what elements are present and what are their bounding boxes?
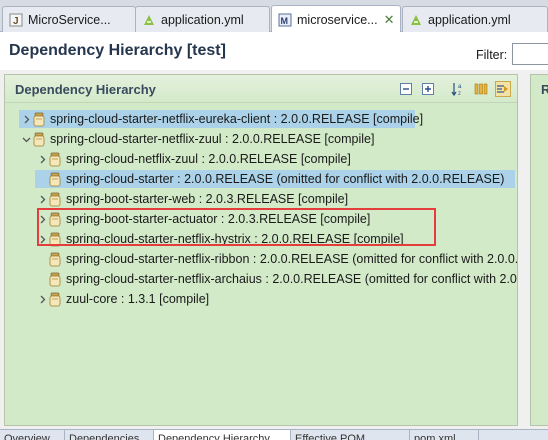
editor-header: Dependency Hierarchy [test] Filter: xyxy=(0,32,548,70)
tree-row-label: spring-boot-starter-actuator : 2.0.3.REL… xyxy=(66,212,371,226)
link-with-editor-icon[interactable] xyxy=(495,81,511,97)
jar-icon xyxy=(49,152,61,166)
svg-text:J: J xyxy=(13,16,19,27)
jar-icon xyxy=(33,132,45,146)
page-title: Dependency Hierarchy [test] xyxy=(9,42,226,59)
tree-row[interactable]: spring-cloud-starter-netflix-archaius : … xyxy=(35,270,517,288)
tab-label: application.yml xyxy=(161,12,244,27)
chevron-right-icon[interactable] xyxy=(35,195,49,204)
tree-row[interactable]: zuul-core : 1.3.1 [compile] xyxy=(35,290,515,308)
dependency-tree: spring-cloud-starter-netflix-eureka-clie… xyxy=(5,105,517,425)
tab-label: microservice... xyxy=(297,12,378,27)
section-title-right: R xyxy=(541,82,548,97)
expand-all-icon[interactable] xyxy=(420,81,436,97)
yaml-file-icon xyxy=(144,14,154,25)
tree-row[interactable]: spring-cloud-netflix-zuul : 2.0.0.RELEAS… xyxy=(35,150,515,168)
jar-icon xyxy=(49,232,61,246)
tree-row-label: spring-cloud-starter-netflix-hystrix : 2… xyxy=(66,232,404,246)
tree-row[interactable]: spring-boot-starter-actuator : 2.0.3.REL… xyxy=(35,210,515,228)
sort-icon[interactable]: az xyxy=(450,81,466,97)
close-tab-icon[interactable]: ✕ xyxy=(384,12,395,28)
chevron-right-icon[interactable] xyxy=(35,215,49,224)
jar-icon xyxy=(49,192,61,206)
filter-label: Filter: xyxy=(476,48,508,62)
tree-row[interactable]: spring-cloud-starter-netflix-eureka-clie… xyxy=(19,110,423,128)
tree-row[interactable]: spring-cloud-starter-netflix-ribbon : 2.… xyxy=(35,250,517,268)
show-groupid-icon[interactable] xyxy=(473,81,489,97)
tree-row[interactable]: spring-cloud-starter : 2.0.0.RELEASE (om… xyxy=(35,170,515,188)
tab-application-yml-2[interactable]: application.yml xyxy=(402,6,548,32)
jar-icon xyxy=(49,212,61,226)
tree-row-label: zuul-core : 1.3.1 [compile] xyxy=(66,292,210,306)
tree-row[interactable]: spring-cloud-starter-netflix-hystrix : 2… xyxy=(35,230,515,248)
section-title: Dependency Hierarchy xyxy=(15,82,156,97)
jar-icon xyxy=(49,172,61,186)
jar-icon xyxy=(49,272,61,286)
tree-row-label: spring-cloud-starter : 2.0.0.RELEASE (om… xyxy=(66,172,505,186)
yaml-file-icon xyxy=(411,14,421,25)
editor-page-tabs: Overview Dependencies Dependency Hierarc… xyxy=(0,429,548,440)
tree-row-label: spring-cloud-starter-netflix-ribbon : 2.… xyxy=(66,252,517,266)
tab-label: application.yml xyxy=(428,12,511,27)
tree-row-label: spring-cloud-netflix-zuul : 2.0.0.RELEAS… xyxy=(66,152,351,166)
tab-microservice-pom[interactable]: M microservice... ✕ xyxy=(271,5,401,33)
tree-row[interactable]: spring-boot-starter-web : 2.0.3.RELEASE … xyxy=(35,190,515,208)
resolved-dependencies-section: R xyxy=(530,74,548,426)
tree-row-label: spring-cloud-starter-netflix-eureka-clie… xyxy=(50,112,424,126)
svg-text:M: M xyxy=(281,16,289,26)
tree-row-label: spring-boot-starter-web : 2.0.3.RELEASE … xyxy=(66,192,349,206)
chevron-right-icon[interactable] xyxy=(35,235,49,244)
tree-row-label: spring-cloud-starter-netflix-zuul : 2.0.… xyxy=(50,132,375,146)
jar-icon xyxy=(49,292,61,306)
jar-icon xyxy=(33,112,45,126)
chevron-right-icon[interactable] xyxy=(19,115,33,124)
chevron-right-icon[interactable] xyxy=(35,295,49,304)
tab-label: MicroService... xyxy=(28,12,111,27)
java-file-icon: J xyxy=(9,13,23,27)
tree-row-label: spring-cloud-starter-netflix-archaius : … xyxy=(66,272,517,286)
tab-microservice-java[interactable]: J MicroService... xyxy=(2,6,136,32)
svg-text:z: z xyxy=(458,91,461,97)
chevron-right-icon[interactable] xyxy=(35,155,49,164)
maven-pom-icon: M xyxy=(278,13,292,26)
editor-tab-bar: J MicroService... application.yml M micr… xyxy=(0,0,548,33)
tab-application-yml[interactable]: application.yml xyxy=(135,6,270,32)
collapse-all-icon[interactable] xyxy=(398,81,414,97)
dependency-hierarchy-section: Dependency Hierarchy az spring-cloud-sta… xyxy=(4,74,518,426)
jar-icon xyxy=(49,252,61,266)
tree-row[interactable]: spring-cloud-starter-netflix-zuul : 2.0.… xyxy=(19,130,515,148)
svg-text:a: a xyxy=(458,84,462,90)
filter-input[interactable] xyxy=(512,43,548,65)
chevron-down-icon[interactable] xyxy=(19,135,33,144)
section-header: Dependency Hierarchy az xyxy=(5,75,517,103)
